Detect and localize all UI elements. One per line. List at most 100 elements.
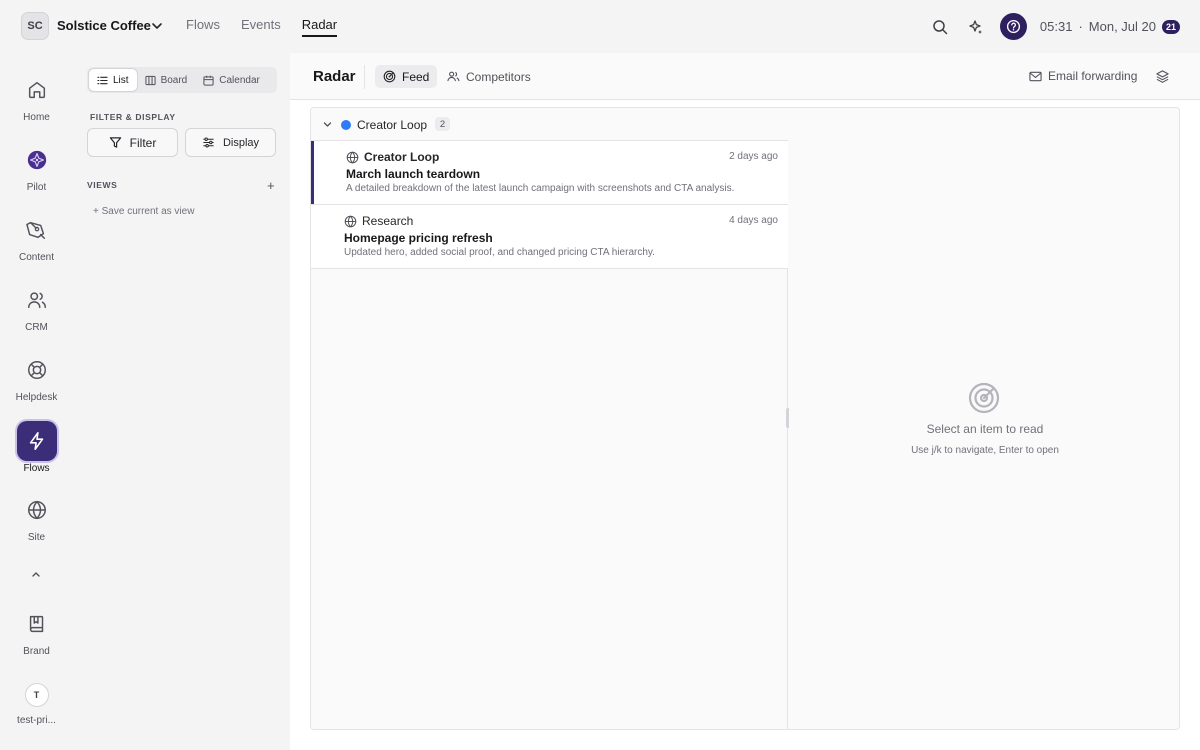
filter-button[interactable]: Filter (87, 128, 178, 157)
rail-item-flows[interactable]: Flows (0, 421, 73, 474)
view-tab-list[interactable]: List (89, 69, 137, 91)
reader-empty-title: Select an item to read (926, 422, 1044, 436)
search-icon[interactable] (931, 18, 949, 36)
display-button[interactable]: Display (185, 128, 276, 157)
users-icon (447, 71, 460, 82)
add-view-button[interactable]: + (267, 178, 275, 193)
feed-list: Creator Loop 2 Creator Loop 2 days ago M… (311, 108, 788, 729)
help-button[interactable] (999, 13, 1027, 40)
user-avatar: T (24, 683, 49, 707)
users-icon (17, 280, 57, 320)
feed-item-source: Research (344, 214, 413, 228)
date-badge[interactable]: 21 (1162, 19, 1180, 34)
view-tab-board[interactable]: Board (137, 69, 196, 91)
home-icon (17, 70, 57, 110)
workspace-name[interactable]: Solstice Coffee (57, 18, 151, 33)
header-divider (364, 65, 365, 89)
globe-icon (17, 490, 57, 530)
rail-item-site[interactable]: Site (0, 490, 73, 543)
feed-item[interactable]: Creator Loop 2 days ago March launch tea… (311, 141, 788, 205)
tab-competitors-label: Competitors (466, 69, 531, 84)
list-icon (97, 76, 108, 84)
page-title: Radar (313, 68, 356, 85)
view-switcher: List Board Calendar (87, 67, 277, 93)
top-nav: Flows Events Radar (186, 17, 338, 37)
rail-item-pilot[interactable]: Pilot (0, 140, 73, 193)
rail-item-helpdesk[interactable]: Helpdesk (0, 350, 73, 403)
rail-label: Brand (23, 646, 50, 657)
rail-label: Pilot (26, 182, 47, 193)
globe-icon (344, 214, 357, 228)
nav-events[interactable]: Events (241, 17, 281, 37)
email-forwarding-button[interactable]: Email forwarding (1029, 69, 1137, 83)
clock-separator: · (1078, 19, 1083, 34)
chevron-down-icon[interactable] (150, 19, 164, 33)
clock-time: 05:31 (1039, 19, 1073, 34)
rail-item-brand[interactable]: Brand (0, 604, 73, 657)
filter-display-heading: FILTER & DISPLAY (90, 112, 176, 122)
radar-content: Creator Loop 2 Creator Loop 2 days ago M… (310, 107, 1180, 730)
rail-label: Home (23, 112, 50, 123)
rail-item-content[interactable]: Content (0, 210, 73, 263)
main-header: Radar Feed Competitors Email forwarding (290, 53, 1200, 100)
feed-item-source: Creator Loop (346, 150, 439, 164)
feed-item-description: A detailed breakdown of the latest launc… (346, 183, 735, 194)
pen-icon (17, 210, 57, 250)
feed-item-title: March launch teardown (346, 167, 481, 181)
rail-label: CRM (25, 322, 48, 333)
bolt-icon (16, 421, 57, 461)
email-forwarding-label: Email forwarding (1048, 69, 1138, 83)
secondary-sidebar: List Board Calendar FILTER & DISPLAY Fil… (73, 53, 290, 750)
tab-feed[interactable]: Feed (375, 65, 438, 88)
chevron-up-icon[interactable] (28, 567, 44, 581)
feed-group-header[interactable]: Creator Loop 2 (311, 108, 788, 141)
reader-empty-hint: Use j/k to navigate, Enter to open (911, 445, 1059, 456)
pilot-icon (17, 140, 57, 180)
filter-icon (109, 137, 121, 148)
layers-icon[interactable] (1155, 69, 1170, 84)
nav-flows[interactable]: Flows (186, 17, 220, 37)
view-tab-calendar[interactable]: Calendar (195, 69, 268, 91)
filter-label: Filter (129, 135, 157, 150)
feed-item-source-name: Creator Loop (364, 150, 440, 164)
tab-competitors[interactable]: Competitors (439, 65, 539, 88)
chevron-down-icon[interactable] (322, 119, 333, 130)
rail-item-crm[interactable]: CRM (0, 280, 73, 333)
display-label: Display (222, 136, 260, 149)
group-color-dot (341, 120, 351, 130)
rail-label: test-pri... (17, 715, 56, 726)
lifebuoy-icon (17, 350, 57, 390)
feed-item-title: Homepage pricing refresh (344, 231, 493, 245)
calendar-icon (203, 75, 214, 86)
globe-icon (346, 150, 359, 164)
feed-item-time: 2 days ago (729, 151, 778, 162)
main-panel: Radar Feed Competitors Email forwarding … (290, 53, 1200, 750)
sparkles-icon[interactable] (966, 18, 984, 36)
view-tab-label: List (113, 74, 129, 86)
sliders-icon (203, 137, 214, 148)
rail-label: Content (18, 252, 55, 263)
workspace-avatar[interactable]: SC (21, 12, 49, 40)
nav-radar[interactable]: Radar (301, 17, 338, 37)
radar-icon (383, 70, 396, 83)
group-name: Creator Loop (357, 118, 428, 132)
feed-item[interactable]: Research 4 days ago Homepage pricing ref… (311, 205, 788, 269)
question-icon (1006, 19, 1020, 34)
rail-label: Helpdesk (15, 392, 58, 403)
mail-icon (1029, 71, 1042, 81)
rail-item-user[interactable]: T test-pri... (0, 683, 73, 726)
rail-label: Flows (23, 463, 50, 474)
feed-item-time: 4 days ago (729, 215, 778, 226)
top-right-controls: 05:31 · Mon, Jul 20 21 (931, 13, 1180, 40)
board-icon (144, 75, 156, 85)
radar-icon (968, 382, 1000, 414)
group-count-badge: 2 (435, 117, 450, 131)
clock-date: Mon, Jul 20 (1088, 19, 1156, 34)
tab-feed-label: Feed (402, 69, 430, 84)
app-rail: Home Pilot Content CRM Helpdesk Flows Si… (0, 53, 73, 750)
rail-item-home[interactable]: Home (0, 70, 73, 123)
book-icon (17, 604, 57, 644)
views-heading: VIEWS (87, 180, 118, 190)
feed-item-description: Updated hero, added social proof, and ch… (344, 247, 655, 258)
save-view-link[interactable]: + Save current as view (93, 206, 194, 217)
